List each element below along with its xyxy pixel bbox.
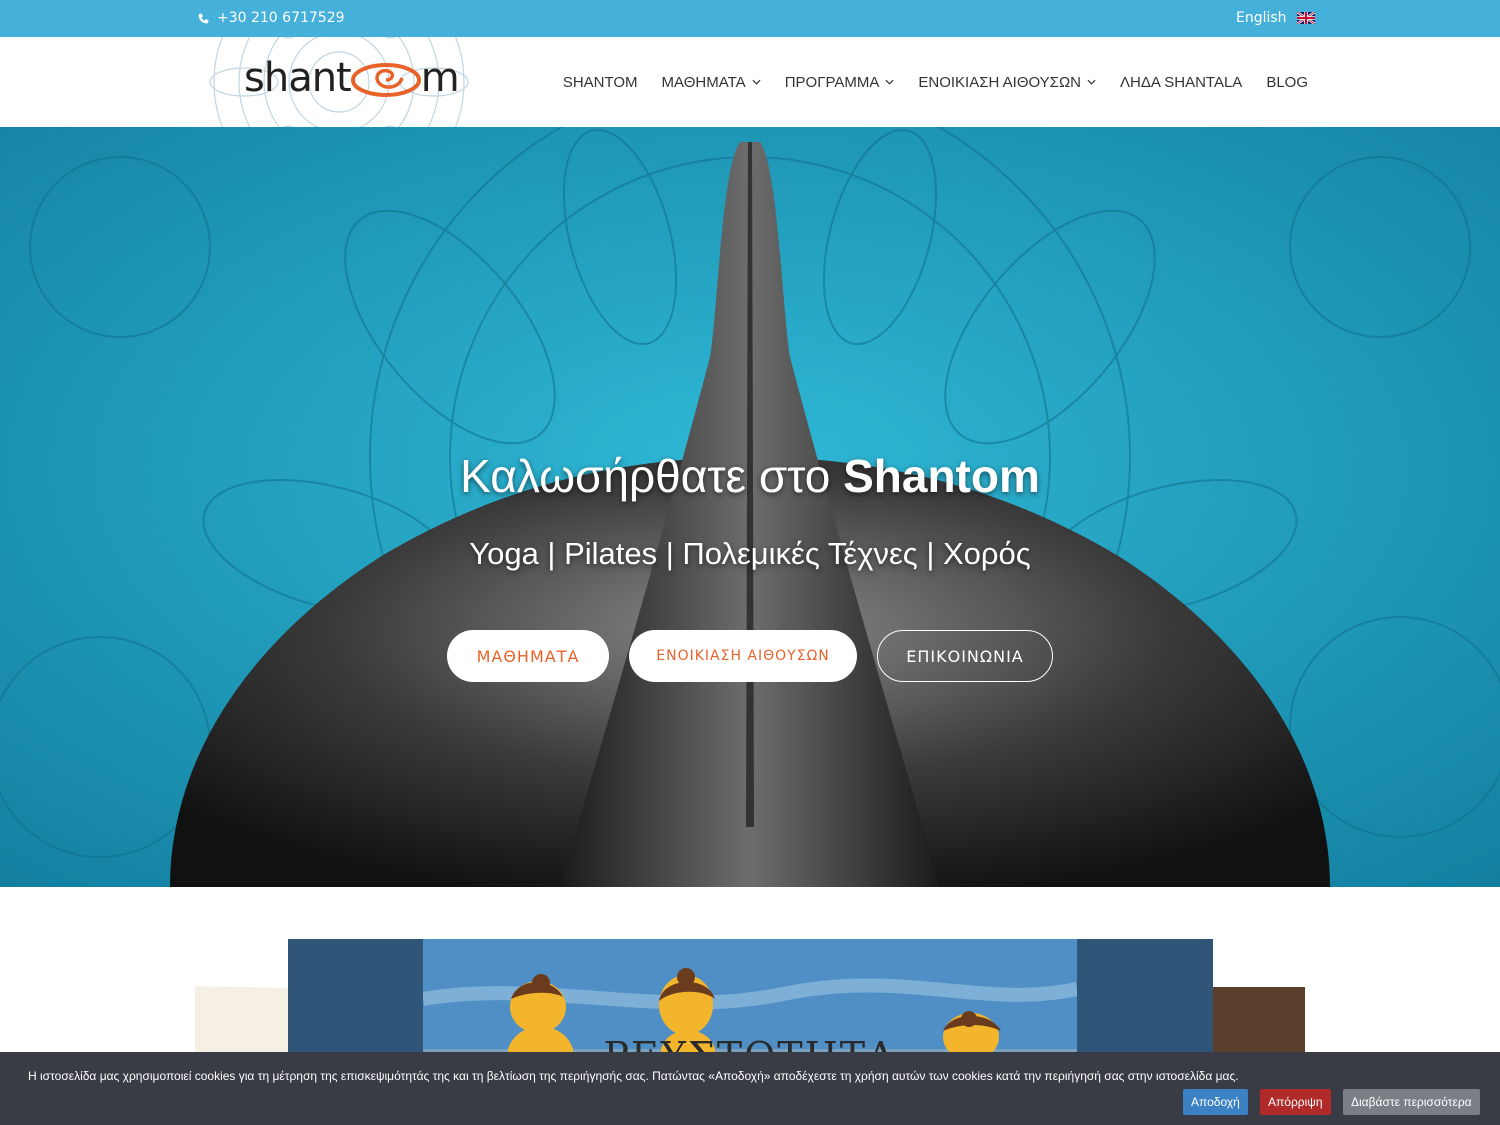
nav-item-programma[interactable]: ΠΡΟΓΡΑΜΜΑ [785,74,895,91]
phone-icon [198,13,209,23]
nav-label: ΛΗΔΑ SHANTALA [1120,73,1243,91]
hero-title-prefix: Καλωσήρθατε στο [460,450,844,502]
nav-label: SHANTOM [562,73,638,91]
site-logo[interactable]: shant m [196,37,482,127]
phone-number: +30 210 6717529 [217,10,345,26]
cookie-accept-button[interactable]: Αποδοχή [1183,1089,1248,1115]
chevron-down-icon [1087,79,1096,85]
cookie-consent-bar: Η ιστοσελίδα μας χρησιμοποιεί cookies γι… [0,1052,1500,1125]
chevron-down-icon [752,79,761,85]
main-nav: SHANTOM ΜΑΘΗΜΑΤΑ ΠΡΟΓΡΑΜΜΑ ΕΝΟΙΚΙΑΣΗ ΑΙΘ… [563,37,1308,127]
language-switcher[interactable]: English [1236,10,1315,26]
cookie-reject-button[interactable]: Απόρριψη [1260,1089,1331,1115]
logo-prefix: shant [244,55,352,101]
nav-item-room-rental[interactable]: ΕΝΟΙΚΙΑΣΗ ΑΙΘΟΥΣΩΝ [918,74,1096,91]
top-bar: +30 210 6717529 English [0,0,1500,37]
phone-contact[interactable]: +30 210 6717529 [198,10,345,26]
nav-label: BLOG [1266,73,1308,91]
hero-title-brand: Shantom [843,450,1040,502]
hero-subtitle: Yoga | Pilates | Πολεμικές Τέχνες | Χορό… [469,536,1031,571]
hero-yoga-image [0,127,1500,887]
chevron-down-icon [885,79,894,85]
cookie-message: Η ιστοσελίδα μας χρησιμοποιεί cookies γι… [28,1069,1239,1083]
hero-banner: Καλωσήρθατε στο Shantom Yoga | Pilates |… [0,127,1500,887]
nav-item-mathimata[interactable]: ΜΑΘΗΜΑΤΑ [662,74,761,91]
nav-label: ΜΑΘΗΜΑΤΑ [661,73,746,91]
nav-label: ΕΝΟΙΚΙΑΣΗ ΑΙΘΟΥΣΩΝ [918,73,1082,91]
logo-wordmark: shant m [244,55,460,101]
cookie-read-more-button[interactable]: Διαβάστε περισσότερα [1343,1089,1480,1115]
site-header: shant m SHANTOM ΜΑΘΗΜΑΤΑ ΠΡΟΓΡΑΜΜΑ ΕΝΟΙΚ… [0,37,1500,127]
uk-flag-icon [1296,12,1315,24]
language-label: English [1236,10,1287,26]
contact-button[interactable]: ΕΠΙΚΟΙΝΩΝΙΑ [877,630,1053,682]
lessons-button[interactable]: ΜΑΘΗΜΑΤΑ [447,630,609,682]
nav-item-shantom[interactable]: SHANTOM [563,74,638,91]
nav-label: ΠΡΟΓΡΑΜΜΑ [784,73,880,91]
nav-item-lida-shantala[interactable]: ΛΗΔΑ SHANTALA [1120,74,1242,91]
room-rental-button[interactable]: ΕΝΟΙΚΙΑΣΗ ΑΙΘΟΥΣΩΝ [629,630,857,682]
nav-item-blog[interactable]: BLOG [1266,74,1308,91]
hero-title: Καλωσήρθατε στο Shantom [0,449,1500,503]
logo-swirl-icon [350,63,421,97]
logo-suffix: m [420,55,460,101]
